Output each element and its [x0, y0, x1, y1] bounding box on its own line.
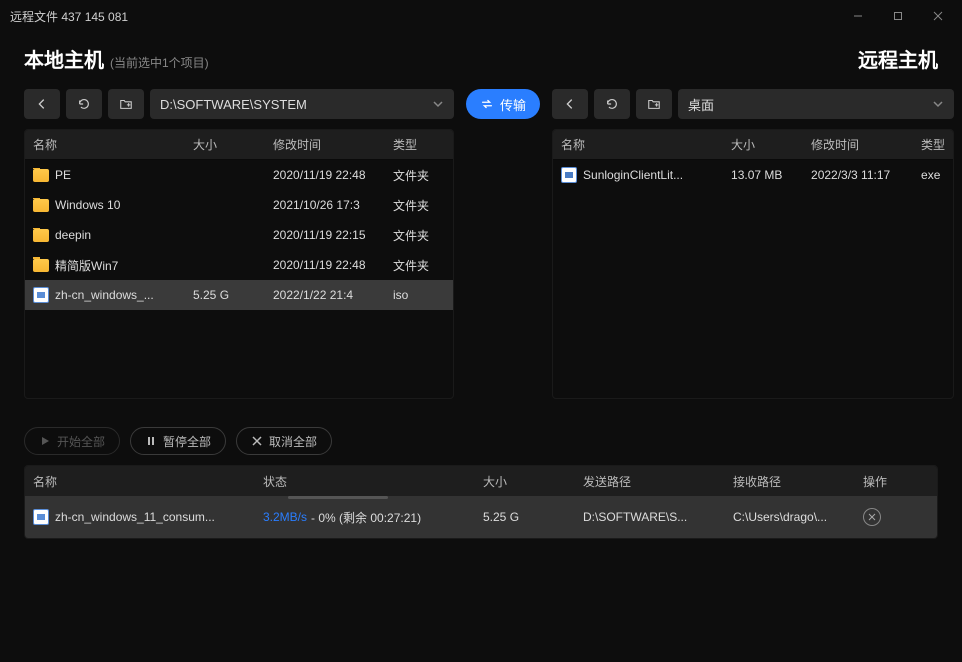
local-newfolder-button[interactable]: [108, 89, 144, 119]
col-size[interactable]: 大小: [723, 136, 803, 153]
tcol-send[interactable]: 发送路径: [575, 473, 725, 490]
local-refresh-button[interactable]: [66, 89, 102, 119]
remote-host-title: 远程主机: [858, 44, 938, 73]
transfer-progress: - 0% (剩余 00:27:21): [311, 509, 421, 526]
window-controls: [838, 1, 958, 31]
transfer-label: 传输: [500, 95, 526, 114]
local-host-title: 本地主机: [24, 44, 104, 73]
tcol-name[interactable]: 名称: [25, 473, 255, 490]
iso-icon: [33, 509, 49, 525]
folder-icon: [33, 199, 49, 212]
window-title: 远程文件 437 145 081: [10, 8, 128, 25]
tcol-op[interactable]: 操作: [855, 473, 937, 490]
tcol-size[interactable]: 大小: [475, 473, 575, 490]
chevron-down-icon: [932, 98, 944, 110]
local-back-button[interactable]: [24, 89, 60, 119]
file-row[interactable]: SunloginClientLit...13.07 MB2022/3/3 11:…: [553, 160, 953, 190]
transfer-row[interactable]: zh-cn_windows_11_consum...3.2MB/s - 0% (…: [25, 496, 937, 538]
file-row[interactable]: zh-cn_windows_...5.25 G2022/1/22 21:4iso: [25, 280, 453, 310]
file-row[interactable]: PE2020/11/19 22:48文件夹: [25, 160, 453, 190]
local-file-table: 名称 大小 修改时间 类型 PE2020/11/19 22:48文件夹Windo…: [24, 129, 454, 399]
cancel-icon: [251, 435, 263, 447]
minimize-button[interactable]: [838, 1, 878, 31]
remote-file-table: 名称 大小 修改时间 类型 SunloginClientLit...13.07 …: [552, 129, 954, 399]
tcol-status[interactable]: 状态: [255, 473, 475, 490]
iso-icon: [33, 287, 49, 303]
file-row[interactable]: Windows 102021/10/26 17:3文件夹: [25, 190, 453, 220]
transfer-queue-table: 名称 状态 大小 发送路径 接收路径 操作 zh-cn_windows_11_c…: [24, 465, 938, 539]
titlebar: 远程文件 437 145 081: [0, 0, 962, 32]
file-row[interactable]: 精简版Win72020/11/19 22:48文件夹: [25, 250, 453, 280]
remote-refresh-button[interactable]: [594, 89, 630, 119]
transfer-speed: 3.2MB/s: [263, 510, 307, 524]
transfer-button[interactable]: 传输: [466, 89, 540, 119]
file-row[interactable]: deepin2020/11/19 22:15文件夹: [25, 220, 453, 250]
tcol-recv[interactable]: 接收路径: [725, 473, 855, 490]
folder-icon: [33, 229, 49, 242]
maximize-button[interactable]: [878, 1, 918, 31]
folder-icon: [33, 169, 49, 182]
col-name[interactable]: 名称: [25, 136, 185, 153]
start-all-button[interactable]: 开始全部: [24, 427, 120, 455]
col-name[interactable]: 名称: [553, 136, 723, 153]
exe-icon: [561, 167, 577, 183]
cancel-transfer-button[interactable]: [863, 508, 881, 526]
pause-all-button[interactable]: 暂停全部: [130, 427, 226, 455]
col-modified[interactable]: 修改时间: [265, 136, 385, 153]
transfer-icon: [480, 97, 494, 111]
cancel-all-button[interactable]: 取消全部: [236, 427, 332, 455]
remote-path-dropdown[interactable]: 桌面: [678, 89, 954, 119]
folder-icon: [33, 259, 49, 272]
play-icon: [39, 435, 51, 447]
local-host-subtitle: (当前选中1个项目): [110, 54, 209, 71]
col-type[interactable]: 类型: [913, 136, 953, 153]
pause-icon: [145, 435, 157, 447]
remote-back-button[interactable]: [552, 89, 588, 119]
local-path-text: D:\SOFTWARE\SYSTEM: [160, 97, 307, 112]
col-type[interactable]: 类型: [385, 136, 453, 153]
remote-path-text: 桌面: [688, 95, 714, 114]
close-button[interactable]: [918, 1, 958, 31]
chevron-down-icon: [432, 98, 444, 110]
col-modified[interactable]: 修改时间: [803, 136, 913, 153]
col-size[interactable]: 大小: [185, 136, 265, 153]
remote-newfolder-button[interactable]: [636, 89, 672, 119]
local-path-dropdown[interactable]: D:\SOFTWARE\SYSTEM: [150, 89, 454, 119]
